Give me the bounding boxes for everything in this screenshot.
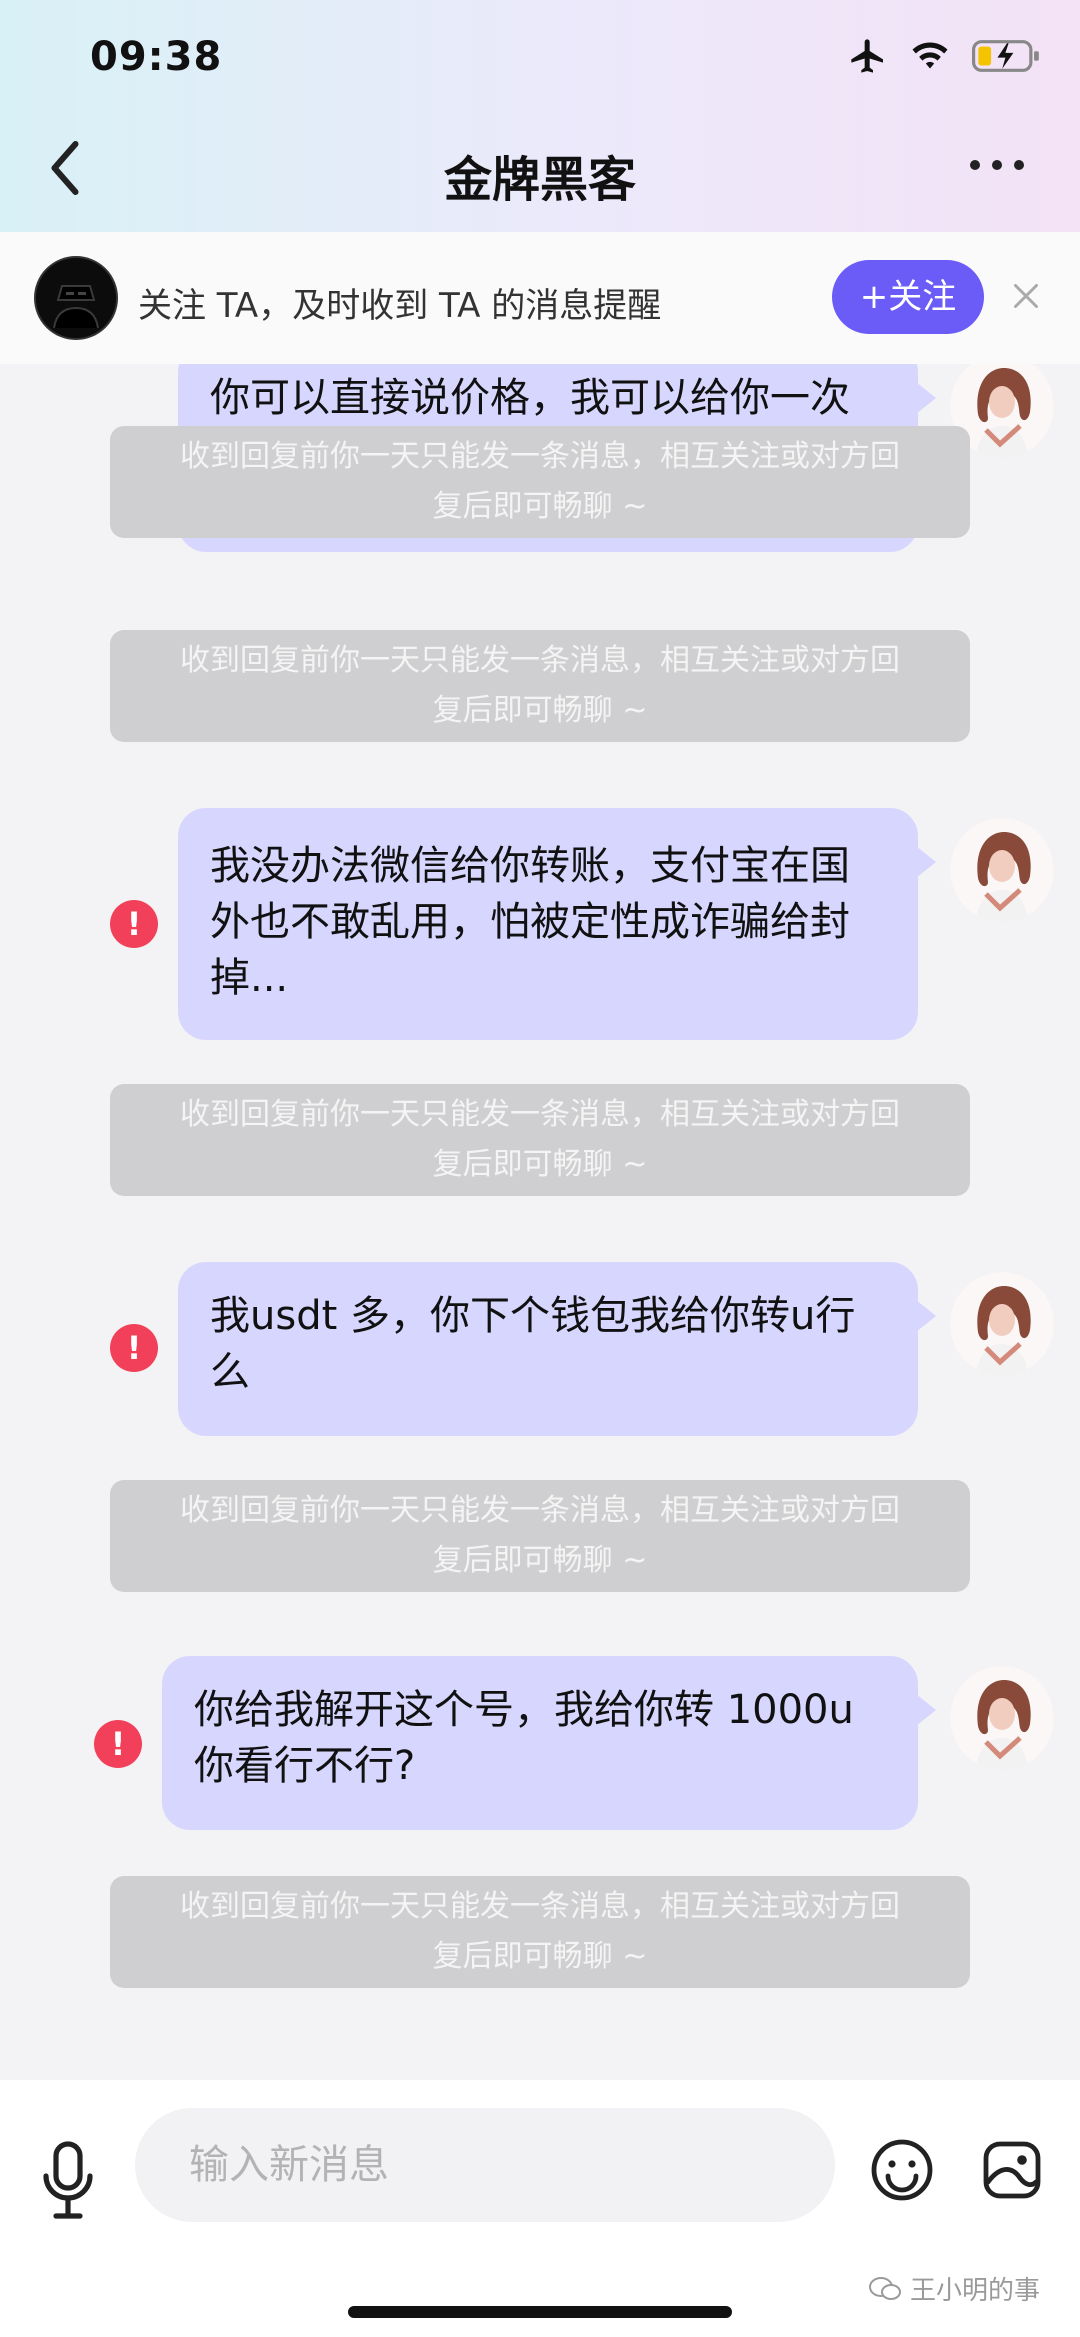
message-bubble[interactable]: 我没办法微信给你转账，支付宝在国外也不敢乱用，怕被定性成诈骗给封掉...: [178, 808, 936, 1040]
send-failed-icon[interactable]: !: [110, 900, 158, 948]
user-photo-avatar-icon: [950, 818, 1054, 922]
send-failed-icon[interactable]: !: [110, 1324, 158, 1372]
status-icons: [848, 36, 1042, 76]
notice-line-1: 收到回复前你一天只能发一条消息，相互关注或对方回: [180, 1097, 900, 1132]
follow-prompt-text: 关注 TA，及时收到 TA 的消息提醒: [138, 286, 662, 326]
battery-charging-icon: [972, 40, 1039, 72]
system-notice: 收到回复前你一天只能发一条消息，相互关注或对方回 复后即可畅聊 ~: [110, 630, 970, 742]
notice-line-1: 收到回复前你一天只能发一条消息，相互关注或对方回: [180, 1493, 900, 1528]
system-notice: 收到回复前你一天只能发一条消息，相互关注或对方回 复后即可畅聊 ~: [110, 426, 970, 538]
system-notice: 收到回复前你一天只能发一条消息，相互关注或对方回 复后即可畅聊 ~: [110, 1876, 970, 1988]
top-header: 09:38 金牌黑客: [0, 0, 1080, 232]
notice-line-2: 复后即可畅聊 ~: [432, 693, 648, 728]
watermark-text: 王小明的事: [910, 2276, 1041, 2306]
sender-avatar[interactable]: [950, 1666, 1054, 1770]
chat-title: 金牌黑客: [443, 152, 636, 208]
notice-line-2: 复后即可畅聊 ~: [432, 1939, 648, 1974]
wifi-icon: [912, 42, 948, 69]
microphone-icon[interactable]: [40, 2140, 96, 2220]
notice-line-2: 复后即可畅聊 ~: [432, 1147, 648, 1182]
contact-avatar[interactable]: [34, 256, 118, 340]
status-time: 09:38: [90, 34, 223, 80]
send-failed-icon[interactable]: !: [94, 1720, 142, 1768]
hacker-avatar-icon: [36, 258, 116, 338]
wechat-icon: [869, 2276, 901, 2300]
follow-button[interactable]: +关注: [832, 260, 984, 334]
message-bubble[interactable]: 我usdt 多，你下个钱包我给你转u行么: [178, 1262, 936, 1436]
more-options-icon[interactable]: [970, 150, 1040, 180]
message-input[interactable]: 输入新消息: [135, 2108, 835, 2222]
notice-line-1: 收到回复前你一天只能发一条消息，相互关注或对方回: [180, 439, 900, 474]
follow-prompt-bar: 关注 TA，及时收到 TA 的消息提醒 +关注: [0, 232, 1080, 364]
system-notice: 收到回复前你一天只能发一条消息，相互关注或对方回 复后即可畅聊 ~: [110, 1480, 970, 1592]
home-indicator[interactable]: [348, 2306, 732, 2318]
watermark: 王小明的事: [868, 2270, 1040, 2307]
sender-avatar[interactable]: [950, 1272, 1054, 1376]
user-photo-avatar-icon: [950, 1272, 1054, 1376]
airplane-icon: [851, 39, 883, 73]
notice-line-1: 收到回复前你一天只能发一条消息，相互关注或对方回: [180, 643, 900, 678]
sender-avatar[interactable]: [950, 818, 1054, 922]
close-icon[interactable]: [1008, 278, 1044, 314]
composer-bar: 输入新消息 王小明的事: [0, 2080, 1080, 2337]
message-bubble[interactable]: 你给我解开这个号，我给你转 1000u你看行不行?: [162, 1656, 936, 1830]
notice-line-1: 收到回复前你一天只能发一条消息，相互关注或对方回: [180, 1889, 900, 1924]
user-photo-avatar-icon: [950, 1666, 1054, 1770]
notice-line-2: 复后即可畅聊 ~: [432, 1543, 648, 1578]
system-notice: 收到回复前你一天只能发一条消息，相互关注或对方回 复后即可畅聊 ~: [110, 1084, 970, 1196]
emoji-icon[interactable]: [870, 2138, 934, 2202]
sticker-icon[interactable]: [980, 2138, 1044, 2202]
notice-line-2: 复后即可畅聊 ~: [432, 489, 648, 524]
